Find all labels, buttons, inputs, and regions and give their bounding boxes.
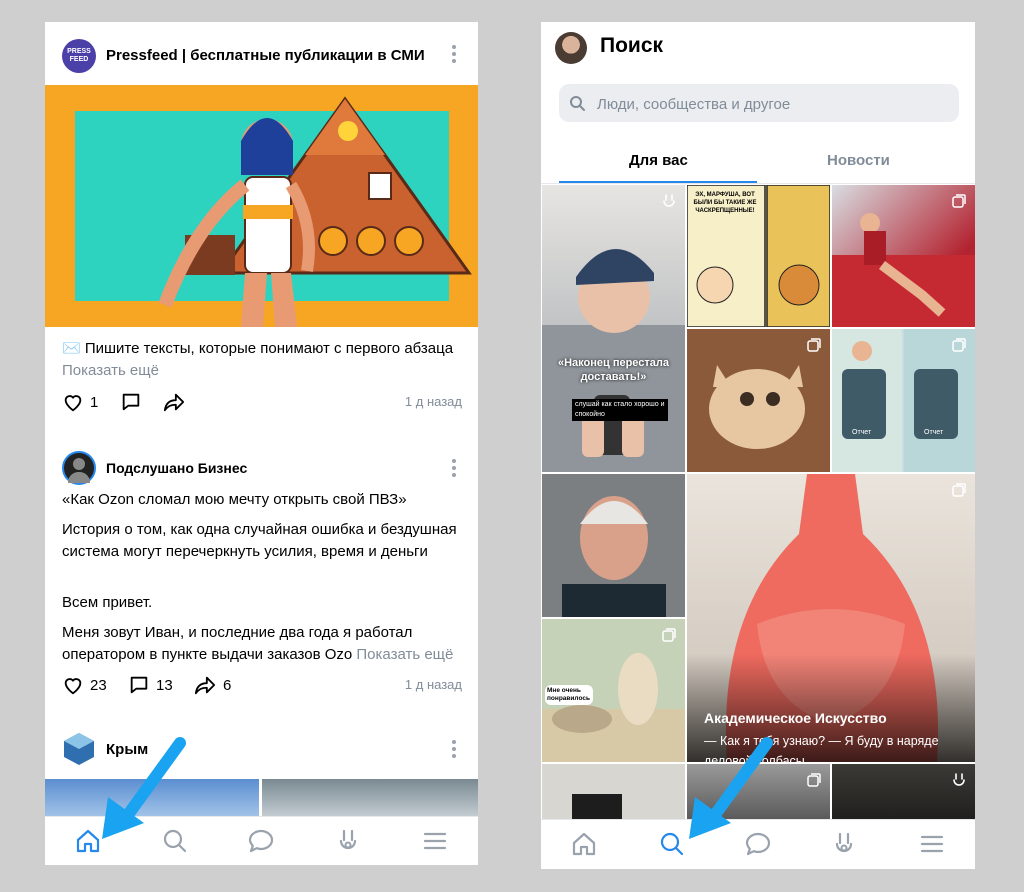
share-button[interactable]: 6 xyxy=(193,674,231,696)
search-icon xyxy=(570,96,585,111)
pointer-arrow-icon xyxy=(689,737,773,839)
home-icon xyxy=(76,829,100,853)
gallery-icon xyxy=(662,628,676,642)
tab-clips[interactable] xyxy=(334,827,362,855)
post-title: «Как Ozon сломал мою мечту открыть свой … xyxy=(62,491,407,508)
search-icon xyxy=(660,832,684,856)
comment-icon xyxy=(122,393,140,411)
gallery-icon xyxy=(807,338,821,352)
tab-clips[interactable] xyxy=(830,830,858,858)
share-icon xyxy=(194,676,216,695)
book-cover xyxy=(572,794,622,822)
search-bar[interactable] xyxy=(559,84,959,124)
show-more-link[interactable]: Показать ещё xyxy=(62,362,159,379)
pointer-arrow-icon xyxy=(102,737,186,839)
tab-messages[interactable] xyxy=(247,827,275,855)
like-button[interactable]: 1 xyxy=(62,391,98,413)
post-paragraph: История о том, как одна случайная ошибка… xyxy=(62,521,457,560)
tabs-divider xyxy=(541,183,975,184)
post-actions: 23 13 6 1 д назад xyxy=(62,674,462,700)
like-count: 23 xyxy=(90,676,107,694)
post-time: 1 д назад xyxy=(404,677,462,692)
share-button[interactable] xyxy=(162,391,186,413)
tile-man-portrait[interactable] xyxy=(542,474,685,617)
more-options-icon[interactable] xyxy=(451,45,457,67)
post-image[interactable] xyxy=(45,85,478,327)
like-button[interactable]: 23 xyxy=(62,674,107,696)
tile-book[interactable] xyxy=(542,764,685,824)
avatar[interactable] xyxy=(62,451,96,485)
tile-climber[interactable] xyxy=(832,185,975,327)
infographic-label: Отчет xyxy=(924,429,944,436)
search-input[interactable] xyxy=(595,84,949,124)
heart-icon xyxy=(64,395,82,412)
gallery-icon xyxy=(952,483,966,497)
post-actions: 1 1 д назад xyxy=(62,391,462,417)
message-icon xyxy=(248,829,274,853)
tab-menu[interactable] xyxy=(421,827,449,855)
post-paragraph: Всем привет. xyxy=(62,594,153,611)
clips-icon xyxy=(339,829,357,850)
woman-video-thumbnail xyxy=(542,248,685,472)
share-count: 6 xyxy=(223,676,232,694)
gallery-icon xyxy=(952,194,966,208)
post-text-body: ✉️ Пишите тексты, которые понимают с пер… xyxy=(62,340,454,357)
pharaoh-illustration xyxy=(75,96,472,327)
tab-home[interactable] xyxy=(570,830,598,858)
tab-for-you[interactable]: Для вас xyxy=(629,152,688,169)
tile-video-dark[interactable] xyxy=(832,764,975,824)
video-subcaption: слушай как стало хорошо и спокойно xyxy=(572,399,668,421)
comment-button[interactable]: 13 xyxy=(128,674,173,696)
home-icon xyxy=(572,832,596,856)
comic-text: ЭХ, МАРФУША, ВОТ БЫЛИ БЫ ТАКИЕ ЖЕ ЧАСКРЕ… xyxy=(693,192,757,214)
person-silhouette-icon xyxy=(68,458,90,483)
painting-caption: Мне очень понравилось xyxy=(545,685,593,705)
tab-search[interactable] xyxy=(658,830,686,858)
post-time: 1 д назад xyxy=(404,394,462,409)
gallery-icon xyxy=(952,338,966,352)
profile-avatar[interactable] xyxy=(555,32,587,64)
post-paragraph: Меня зовут Иван, и последние два года я … xyxy=(62,622,467,666)
comment-button[interactable] xyxy=(120,391,142,413)
tile-video-woman[interactable]: «Наконец перестала доставать!» слушай ка… xyxy=(542,185,685,472)
comment-icon xyxy=(130,676,148,694)
hexagon-avatar-icon xyxy=(64,733,94,765)
post-author[interactable]: Подслушано Бизнес xyxy=(106,460,247,476)
tab-menu[interactable] xyxy=(918,830,946,858)
avatar[interactable] xyxy=(62,732,96,766)
share-icon xyxy=(163,393,185,412)
menu-icon xyxy=(423,832,447,850)
tile-cat[interactable] xyxy=(687,329,830,472)
tile-comic[interactable]: ЭХ, МАРФУША, ВОТ БЫЛИ БЫ ТАКИЕ ЖЕ ЧАСКРЕ… xyxy=(687,185,830,327)
post-author[interactable]: Pressfeed | бесплатные публикации в СМИ xyxy=(106,47,425,64)
tab-news[interactable]: Новости xyxy=(827,152,890,169)
featured-title: Академическое Искусство xyxy=(704,710,887,726)
post-header: PRESS FEED Pressfeed | бесплатные публик… xyxy=(45,22,478,82)
show-more-link[interactable]: Показать ещё xyxy=(356,646,453,663)
like-count: 1 xyxy=(90,393,99,411)
post-text: ✉️ Пишите тексты, которые понимают с пер… xyxy=(62,338,467,382)
clips-icon xyxy=(663,194,675,207)
avatar[interactable]: PRESS FEED xyxy=(62,39,96,73)
menu-icon xyxy=(920,835,944,853)
tile-infographic[interactable]: Отчет Отчет xyxy=(832,329,975,472)
tile-painting[interactable]: Мне очень понравилось xyxy=(542,619,685,762)
more-options-icon[interactable] xyxy=(451,459,457,481)
tile-featured-dress[interactable]: Академическое Искусство — Как я тебя узн… xyxy=(687,474,975,762)
heart-icon xyxy=(64,678,82,695)
post-image[interactable] xyxy=(262,779,478,819)
tab-home[interactable] xyxy=(74,827,102,855)
comment-count: 13 xyxy=(156,676,173,694)
man-portrait-thumbnail xyxy=(562,496,666,617)
more-options-icon[interactable] xyxy=(451,740,457,762)
avatar-logo-text: PRESS FEED xyxy=(67,48,91,63)
gallery-icon xyxy=(807,773,821,787)
video-caption: «Наконец перестала доставать!» xyxy=(557,357,670,383)
clips-icon xyxy=(953,773,965,786)
clips-icon xyxy=(835,832,853,853)
page-title: Поиск xyxy=(600,34,664,57)
infographic-label: Отчет xyxy=(852,429,872,436)
